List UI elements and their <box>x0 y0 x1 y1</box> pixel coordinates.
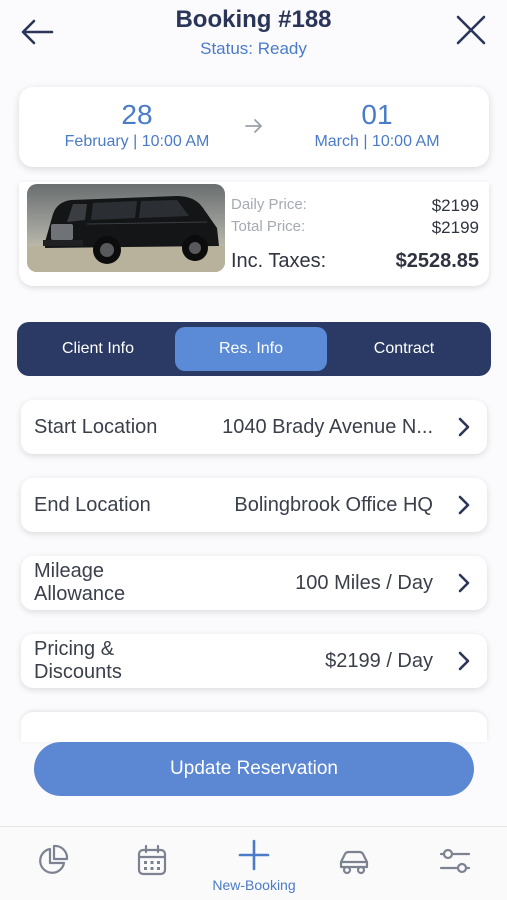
start-date: 28 February | 10:00 AM <box>47 99 227 151</box>
sliders-icon[interactable] <box>437 843 477 879</box>
end-location-value: Bolingbrook Office HQ <box>234 494 433 516</box>
segmented-tabs: Client Info Res. Info Contract <box>17 322 491 376</box>
pricing-label-line2: Discounts <box>34 661 122 683</box>
end-location-label: End Location <box>34 494 151 516</box>
update-reservation-button[interactable]: Update Reservation <box>34 742 474 796</box>
tab-res-info[interactable]: Res. Info <box>175 327 327 371</box>
start-location-value: 1040 Brady Avenue N... <box>222 416 433 438</box>
plus-icon <box>238 839 270 871</box>
next-row-card-partial <box>21 712 487 742</box>
mileage-allowance-value: 100 Miles / Day <box>295 572 433 594</box>
total-price-row: Total Price: $2199 <box>231 218 479 237</box>
start-day: 28 <box>121 99 153 130</box>
tab-contract[interactable]: Contract <box>328 327 480 371</box>
start-location-row[interactable]: Start Location 1040 Brady Avenue N... <box>21 400 487 454</box>
taxes-value: $2528.85 <box>395 250 479 272</box>
tab-client-info[interactable]: Client Info <box>22 327 174 371</box>
pricing-discounts-row[interactable]: Pricing & Discounts $2199 / Day <box>21 634 487 688</box>
end-month-time: March | 10:00 AM <box>314 133 440 150</box>
page-title: Booking #188 <box>175 6 332 33</box>
chevron-right-icon <box>458 417 470 437</box>
booking-dates-card[interactable]: 28 February | 10:00 AM 01 March | 10:00 … <box>19 87 489 167</box>
status-text: Status: Ready <box>200 39 307 58</box>
mileage-label-line2: Allowance <box>34 583 126 605</box>
taxes-row: Inc. Taxes: $2528.85 <box>231 250 479 273</box>
mileage-allowance-row[interactable]: Mileage Allowance 100 Miles / Day <box>21 556 487 610</box>
pricing-discounts-value: $2199 / Day <box>325 650 433 672</box>
total-price-value: $2199 <box>431 218 479 237</box>
end-day: 01 <box>361 99 393 130</box>
end-location-row[interactable]: End Location Bolingbrook Office HQ <box>21 478 487 532</box>
close-icon[interactable] <box>453 12 489 48</box>
daily-price-label: Daily Price: <box>231 196 307 213</box>
mileage-allowance-label: Mileage Allowance <box>34 560 125 606</box>
arrow-right-icon <box>243 115 265 137</box>
vehicle-image <box>27 184 225 272</box>
taxes-label: Inc. Taxes: <box>231 250 327 272</box>
daily-price-row: Daily Price: $2199 <box>231 196 479 215</box>
chevron-right-icon <box>458 573 470 593</box>
car-icon[interactable] <box>336 843 376 879</box>
end-date: 01 March | 10:00 AM <box>287 99 467 151</box>
total-price-label: Total Price: <box>231 218 306 235</box>
start-location-label: Start Location <box>34 416 158 438</box>
vehicle-price-card: Daily Price: $2199 Total Price: $2199 In… <box>19 182 489 286</box>
daily-price-value: $2199 <box>431 196 479 215</box>
chart-pie-icon[interactable] <box>34 843 74 879</box>
new-booking-button[interactable]: New-Booking <box>200 837 308 893</box>
pricing-label-line1: Pricing & <box>34 638 115 660</box>
calendar-icon[interactable] <box>134 843 174 879</box>
chevron-right-icon <box>458 495 470 515</box>
header: Booking #188 Status: Ready <box>0 0 507 70</box>
pricing-discounts-label: Pricing & Discounts <box>34 638 122 684</box>
start-month-time: February | 10:00 AM <box>64 133 210 150</box>
new-booking-label: New-Booking <box>212 877 296 893</box>
bottom-nav: New-Booking <box>0 826 507 900</box>
mileage-label-line1: Mileage <box>34 560 105 582</box>
chevron-right-icon <box>458 651 470 671</box>
